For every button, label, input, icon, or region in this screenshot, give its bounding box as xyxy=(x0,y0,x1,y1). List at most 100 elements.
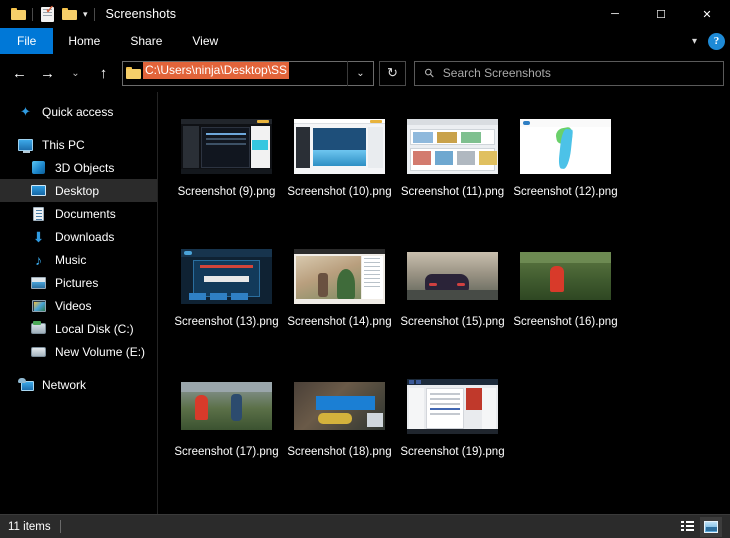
thumbnail xyxy=(518,246,613,306)
address-dropdown-icon[interactable]: ⌄ xyxy=(347,60,373,86)
file-item[interactable]: Screenshot (17).png xyxy=(170,372,283,502)
file-item[interactable]: Screenshot (10).png xyxy=(283,112,396,242)
sidebar-item-desktop[interactable]: Desktop xyxy=(0,179,157,202)
chevron-down-icon[interactable]: ▾ xyxy=(687,36,702,47)
file-name: Screenshot (13).png xyxy=(174,316,279,328)
sidebar-label: Videos xyxy=(55,298,92,313)
explorer-body: ✦ Quick access This PC 3D Objects Deskto… xyxy=(0,92,730,514)
file-name: Screenshot (19).png xyxy=(400,446,505,458)
thumbnail xyxy=(179,376,274,436)
view-toggle-group xyxy=(676,516,722,537)
file-item[interactable]: Screenshot (13).png xyxy=(170,242,283,372)
file-item[interactable]: Screenshot (19).png xyxy=(396,372,509,502)
file-name: Screenshot (12).png xyxy=(513,186,618,198)
file-item[interactable]: Screenshot (12).png xyxy=(509,112,622,242)
sidebar-label: Network xyxy=(42,377,87,392)
item-count-label: 11 items xyxy=(8,520,51,533)
file-name: Screenshot (16).png xyxy=(513,316,618,328)
sidebar-item-local-disk[interactable]: Local Disk (C:) xyxy=(0,317,157,340)
file-name: Screenshot (11).png xyxy=(400,186,505,198)
sidebar-label: Music xyxy=(55,252,87,267)
tab-home[interactable]: Home xyxy=(53,28,115,54)
sidebar-item-network[interactable]: Network xyxy=(0,373,157,396)
tab-share[interactable]: Share xyxy=(115,28,177,54)
file-name: Screenshot (15).png xyxy=(400,316,505,328)
window-controls: ─ ☐ ✕ xyxy=(592,0,730,28)
sidebar-item-videos[interactable]: Videos xyxy=(0,294,157,317)
quick-access-toolbar: ▾ xyxy=(7,4,98,24)
sidebar-label: Downloads xyxy=(55,229,115,244)
details-view-button[interactable] xyxy=(676,517,698,537)
file-grid: Screenshot (9).png Screenshot (10).png S… xyxy=(170,112,730,502)
address-input[interactable]: C:\Users\ninja\Desktop\SS xyxy=(143,61,347,85)
properties-icon[interactable] xyxy=(36,4,58,24)
thumbnail xyxy=(292,246,387,306)
file-name: Screenshot (9).png xyxy=(177,186,276,198)
sidebar-label: This PC xyxy=(42,137,85,152)
pictures-icon xyxy=(29,275,48,291)
file-item[interactable]: Screenshot (9).png xyxy=(170,112,283,242)
folder-icon[interactable] xyxy=(7,4,29,24)
refresh-button[interactable]: ↻ xyxy=(379,60,406,86)
maximize-button[interactable]: ☐ xyxy=(638,0,684,28)
sidebar-label: New Volume (E:) xyxy=(55,344,146,359)
sidebar-label: Documents xyxy=(55,206,116,221)
chevron-down-icon[interactable]: ▾ xyxy=(80,9,91,20)
minimize-button[interactable]: ─ xyxy=(592,0,638,28)
recent-locations-button[interactable]: ⌄ xyxy=(62,59,89,87)
documents-icon xyxy=(29,206,48,222)
network-icon xyxy=(16,377,35,393)
forward-button[interactable]: → xyxy=(34,59,61,87)
sidebar-item-documents[interactable]: Documents xyxy=(0,202,157,225)
downloads-icon: ⬇ xyxy=(32,228,45,245)
music-icon: ♪ xyxy=(35,251,42,268)
file-item[interactable]: Screenshot (18).png xyxy=(283,372,396,502)
help-icon[interactable]: ? xyxy=(708,32,725,50)
cube-icon xyxy=(29,160,48,176)
search-box[interactable]: ⚲ Search Screenshots xyxy=(414,60,724,86)
file-list-pane[interactable]: Screenshot (9).png Screenshot (10).png S… xyxy=(158,92,730,514)
file-item[interactable]: Screenshot (15).png xyxy=(396,242,509,372)
file-name: Screenshot (10).png xyxy=(287,186,392,198)
tab-file[interactable]: File xyxy=(0,28,54,54)
sidebar-label: Desktop xyxy=(55,183,100,198)
title-bar: ▾ Screenshots ─ ☐ ✕ xyxy=(0,0,730,28)
sidebar-item-quick-access[interactable]: ✦ Quick access xyxy=(0,100,157,123)
address-bar[interactable]: C:\Users\ninja\Desktop\SS ⌄ xyxy=(122,60,374,86)
back-button[interactable]: ← xyxy=(6,59,33,87)
up-button[interactable]: ↑ xyxy=(90,59,117,87)
thumbnail xyxy=(405,376,500,436)
large-icons-view-button[interactable] xyxy=(700,516,722,537)
thumbnail xyxy=(179,246,274,306)
sidebar-item-downloads[interactable]: ⬇ Downloads xyxy=(0,225,157,248)
new-folder-icon[interactable] xyxy=(58,4,80,24)
ribbon-right-controls: ▾ ? xyxy=(687,28,730,54)
file-name: Screenshot (14).png xyxy=(287,316,392,328)
search-icon: ⚲ xyxy=(421,64,438,82)
status-divider xyxy=(59,520,61,533)
file-name: Screenshot (17).png xyxy=(174,446,279,458)
sidebar-label: Local Disk (C:) xyxy=(55,321,134,336)
sidebar-item-new-volume[interactable]: New Volume (E:) xyxy=(0,340,157,363)
star-icon: ✦ xyxy=(20,104,31,119)
ribbon-tabs: File Home Share View ▾ ? xyxy=(0,28,730,54)
sidebar-item-pictures[interactable]: Pictures xyxy=(0,271,157,294)
file-item[interactable]: Screenshot (14).png xyxy=(283,242,396,372)
toolbar-divider xyxy=(32,7,33,21)
sidebar-item-3d-objects[interactable]: 3D Objects xyxy=(0,156,157,179)
thumbnail xyxy=(405,246,500,306)
sidebar-item-music[interactable]: ♪ Music xyxy=(0,248,157,271)
close-button[interactable]: ✕ xyxy=(684,0,730,28)
thumbnail xyxy=(405,116,500,176)
sidebar-item-this-pc[interactable]: This PC xyxy=(0,133,157,156)
local-disk-icon xyxy=(29,321,48,337)
videos-icon xyxy=(29,298,48,314)
tab-view[interactable]: View xyxy=(177,28,233,54)
thumbnail xyxy=(179,116,274,176)
drive-icon xyxy=(29,344,48,360)
file-item[interactable]: Screenshot (16).png xyxy=(509,242,622,372)
file-name: Screenshot (18).png xyxy=(287,446,392,458)
file-item[interactable]: Screenshot (11).png xyxy=(396,112,509,242)
